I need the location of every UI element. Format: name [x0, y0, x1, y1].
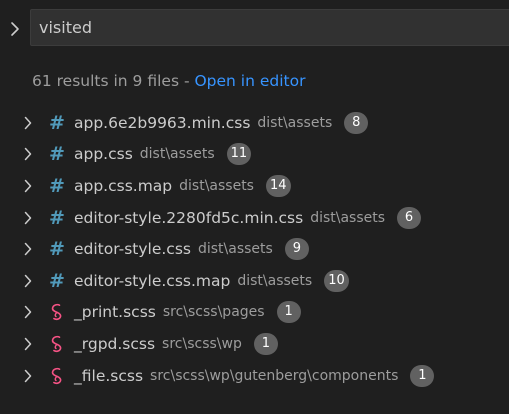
file-name: editor-style.css: [74, 240, 191, 259]
file-match-row[interactable]: _rgpd.scss src\scss\wp 1: [0, 328, 509, 360]
match-count-badge: 10: [324, 269, 349, 292]
chevron-right-icon[interactable]: [20, 115, 36, 131]
file-name: app.css.map: [74, 176, 173, 195]
chevron-right-icon[interactable]: [20, 146, 36, 162]
match-count-badge: 6: [397, 206, 422, 229]
open-in-editor-link[interactable]: Open in editor: [194, 72, 305, 90]
chevron-right-icon[interactable]: [20, 368, 36, 384]
file-name: editor-style.css.map: [74, 271, 231, 290]
file-match-row[interactable]: # app.css.map dist\assets 14: [0, 170, 509, 202]
file-path: dist\assets: [257, 114, 333, 131]
sass-icon: [47, 335, 67, 353]
file-match-row[interactable]: # app.css dist\assets 11: [0, 139, 509, 171]
match-count-badge: 1: [410, 364, 435, 387]
file-name: editor-style.2280fd5c.min.css: [74, 208, 304, 227]
file-path: src\scss\wp: [162, 335, 242, 352]
chevron-right-icon[interactable]: [20, 178, 36, 194]
chevron-right-icon[interactable]: [20, 336, 36, 352]
file-path: src\scss\wp\gutenberg\components: [150, 367, 399, 384]
file-match-row[interactable]: # editor-style.css dist\assets 9: [0, 233, 509, 265]
file-name: app.6e2b9963.min.css: [74, 113, 251, 132]
search-box: [30, 9, 509, 46]
match-count-badge: 1: [276, 301, 301, 324]
file-match-row[interactable]: _print.scss src\scss\pages 1: [0, 297, 509, 329]
results-count-text: 61 results in 9 files: [32, 72, 180, 90]
chevron-right-icon[interactable]: [20, 241, 36, 257]
results-tree: # app.6e2b9963.min.css dist\assets 8 # app.cs…: [0, 107, 509, 391]
file-name: app.css: [74, 145, 133, 164]
file-name: _print.scss: [74, 303, 156, 322]
css-hash-icon: #: [49, 269, 65, 292]
css-hash-icon: #: [49, 206, 65, 229]
sass-icon: [47, 367, 67, 385]
css-hash-icon: #: [49, 143, 65, 166]
chevron-right-icon[interactable]: [20, 304, 36, 320]
css-hash-icon: #: [49, 174, 65, 197]
chevron-right-icon[interactable]: [20, 273, 36, 289]
file-path: src\scss\pages: [162, 304, 265, 321]
css-hash-icon: #: [49, 238, 65, 261]
file-path: dist\assets: [179, 177, 254, 194]
match-count-badge: 1: [253, 332, 278, 355]
search-input[interactable]: [31, 10, 509, 45]
search-results-panel: 61 results in 9 files - Open in editor #…: [0, 0, 509, 414]
results-summary: 61 results in 9 files - Open in editor: [32, 69, 305, 93]
chevron-right-icon: [11, 22, 19, 36]
file-name: _rgpd.scss: [74, 334, 156, 353]
css-hash-icon: #: [49, 111, 65, 134]
match-count-badge: 9: [284, 238, 309, 261]
file-match-row[interactable]: # editor-style.css.map dist\assets 10: [0, 265, 509, 297]
file-path: dist\assets: [237, 272, 313, 289]
chevron-right-icon[interactable]: [20, 210, 36, 226]
match-count-badge: 11: [226, 143, 252, 166]
sass-icon: [47, 303, 67, 321]
file-match-row[interactable]: # app.6e2b9963.min.css dist\assets 8: [0, 107, 509, 139]
file-match-row[interactable]: # editor-style.2280fd5c.min.css dist\asset…: [0, 202, 509, 234]
file-path: dist\assets: [197, 241, 273, 258]
file-path: dist\assets: [310, 209, 386, 226]
search-row: [0, 0, 509, 60]
file-match-row[interactable]: _file.scss src\scss\wp\gutenberg\componen…: [0, 360, 509, 392]
match-count-badge: 14: [265, 174, 291, 197]
file-path: dist\assets: [139, 146, 215, 163]
file-name: _file.scss: [74, 366, 144, 385]
toggle-replace-button[interactable]: [6, 18, 24, 40]
match-count-badge: 8: [344, 111, 369, 134]
summary-separator: -: [179, 72, 195, 90]
